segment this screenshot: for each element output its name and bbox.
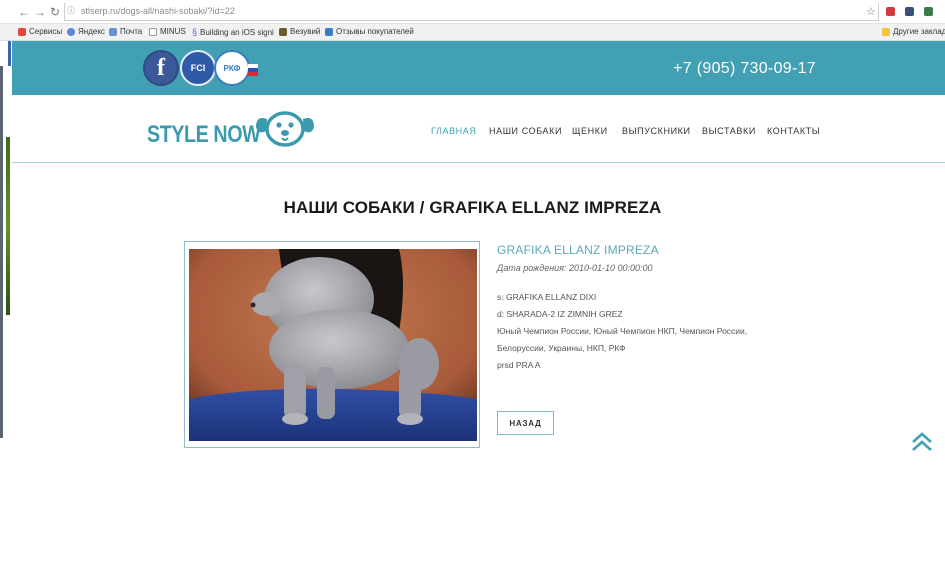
rkf-logo-icon[interactable]: РКФ [214,50,250,86]
bookmark-minus[interactable]: MINUS [149,27,186,36]
folder-icon [882,27,890,36]
bookmark-yandex[interactable]: Яндекс [67,27,105,36]
site-header: STYLE NOW ГЛАВНАЯ НАШИ СОБАКИ ЩЕНКИ ВЫПУ… [12,95,945,163]
nav-our-dogs[interactable]: НАШИ СОБАКИ [489,126,562,136]
yandex-icon [67,27,75,36]
facebook-icon[interactable]: f [143,50,179,86]
vesuvius-icon [279,27,287,36]
back-arrow-icon[interactable]: ← [18,5,30,19]
dog-logo-icon[interactable] [254,109,316,149]
date-of-birth: Дата рождения: 2010-01-10 00:00:00 [497,263,653,273]
info-icon[interactable]: ⓘ [67,5,75,16]
scroll-top-chevron-icon[interactable] [910,430,934,454]
star-icon[interactable]: ☆ [866,5,876,18]
extension-icon[interactable] [886,7,895,16]
bookmark-reviews[interactable]: Отзывы покупателей [325,27,414,36]
page-icon [149,27,157,36]
window-side-strip [0,41,12,441]
bookmark-ios[interactable]: § Building an iOS signi [192,27,274,37]
address-bar[interactable]: ⓘ stlserp.ru/dogs-all/nashi-sobaki/?id=2… [64,3,879,21]
extension-icon[interactable] [905,7,914,16]
page: ← → ↻ ⓘ stlserp.ru/dogs-all/nashi-sobaki… [0,0,945,562]
dog-name: GRAFIKA ELLANZ IMPREZA [497,243,659,257]
cart-icon [325,27,333,36]
apps-icon [18,27,26,36]
reload-icon[interactable]: ↻ [50,5,60,19]
browser-toolbar: ← → ↻ ⓘ stlserp.ru/dogs-all/nashi-sobaki… [0,0,945,24]
page-title: НАШИ СОБАКИ / GRAFIKA ELLANZ IMPREZA [283,198,662,217]
nav-puppies[interactable]: ЩЕНКИ [572,126,608,136]
bookmark-mail[interactable]: Почта [109,27,142,36]
nav-graduates[interactable]: ВЫПУСКНИКИ [622,126,691,136]
section-icon: § [192,27,198,37]
sire-info: s: GRAFIKA ELLANZ DIXI [497,292,597,302]
mail-icon [109,27,117,36]
back-button[interactable]: НАЗАД [497,411,554,435]
bookmarks-bar: Сервисы Яндекс Почта MINUS § Building an … [0,24,945,41]
phone-number[interactable]: +7 (905) 730-09-17 [673,60,816,78]
bookmark-other[interactable]: Другие закладки [882,27,945,36]
site-topbar: f FCI РКФ +7 (905) 730-09-17 [12,41,945,95]
titles-line-1: Юный Чемпион России, Юный Чемпион НКП, Ч… [497,326,748,336]
bookmark-services[interactable]: Сервисы [18,27,62,36]
nav-contacts[interactable]: КОНТАКТЫ [767,126,820,136]
titles-line-2: Белоруссии, Украины, НКП, РКФ [497,343,626,353]
nav-home[interactable]: ГЛАВНАЯ [431,126,476,136]
address-url: stlserp.ru/dogs-all/nashi-sobaki/?id=22 [81,6,235,16]
extension-icon[interactable] [924,7,933,16]
russia-flag-icon [248,64,258,76]
forward-arrow-icon[interactable]: → [34,5,46,19]
site-logo[interactable]: STYLE NOW [147,121,261,149]
health-info: prsd PRA A [497,360,541,370]
dog-photo [189,249,477,441]
dog-photo-frame[interactable] [184,241,480,448]
nav-shows[interactable]: ВЫСТАВКИ [702,126,756,136]
fci-logo-icon[interactable]: FCI [180,50,216,86]
dam-info: d: SHARADA-2 IZ ZIMNIH GREZ [497,309,623,319]
bookmark-vesuvius[interactable]: Везувий [279,27,320,36]
